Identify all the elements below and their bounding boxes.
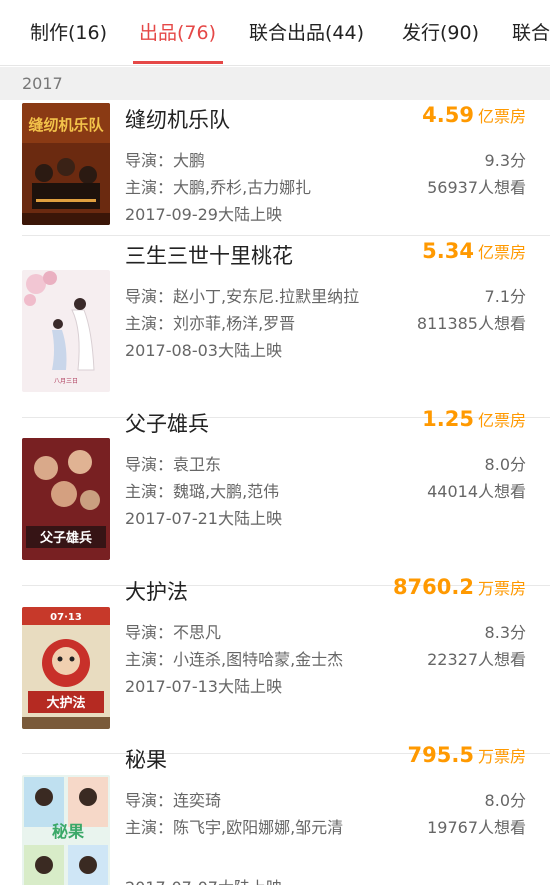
svg-text:大护法: 大护法 [46, 695, 85, 711]
release-date: 2017-07-07大陆上映 [125, 874, 282, 885]
release-date: 2017-08-03大陆上映 [125, 341, 282, 360]
movie-poster[interactable]: 八月三日 [22, 270, 110, 392]
tab-distribution[interactable]: 发行(90) [402, 0, 479, 65]
box-office-value: 4.59 [422, 103, 474, 127]
director: 导演：不思凡 [125, 623, 222, 642]
band-poster-image: 缝纫机乐队 [22, 103, 110, 225]
cast: 主演：小连杀,图特哈蒙,金士杰 [125, 650, 344, 669]
year-section-header: 2017 [0, 67, 550, 100]
tab-bar: 制作(16) 出品(76) 联合出品(44) 发行(90) 联合 [0, 0, 550, 66]
box-office-value: 8760.2 [392, 575, 474, 599]
movie-poster[interactable]: 父子雄兵 [22, 438, 110, 560]
tab-co-distribution[interactable]: 联合 [512, 0, 550, 65]
mi-guo-poster-image: 秘果 [22, 775, 110, 885]
rating: 9.3分 [484, 151, 526, 170]
director: 导演：赵小丁,安东尼.拉默里纳拉 [125, 287, 360, 306]
peach-blossom-poster-image: 八月三日 [22, 270, 110, 392]
dahufa-poster-image: 07·13 大护法 [22, 607, 110, 729]
release-date: 2017-07-21大陆上映 [125, 509, 282, 528]
tab-production[interactable]: 制作(16) [30, 0, 107, 65]
rating: 7.1分 [484, 287, 526, 306]
box-office-unit: 亿票房 [477, 243, 526, 262]
want-to-watch-count: 22327人想看 [427, 650, 526, 669]
box-office: 8760.2 万票房 [393, 575, 526, 599]
svg-text:07·13: 07·13 [50, 612, 82, 623]
active-tab-indicator [133, 61, 223, 64]
father-son-poster-image: 父子雄兵 [22, 438, 110, 560]
box-office-value: 5.34 [422, 239, 474, 263]
box-office-value: 795.5 [407, 743, 474, 767]
svg-text:八月三日: 八月三日 [54, 378, 78, 385]
director: 导演：连奕琦 [125, 791, 222, 810]
movie-item[interactable]: 父子雄兵 父子雄兵 1.25 亿票房 导演：袁卫东 8.0分 主演：魏璐,大鹏,范… [0, 404, 550, 586]
release-date: 2017-07-13大陆上映 [125, 677, 282, 696]
want-to-watch-count: 56937人想看 [427, 178, 526, 197]
box-office-value: 1.25 [422, 407, 474, 431]
box-office: 4.59 亿票房 [422, 103, 526, 127]
box-office: 1.25 亿票房 [422, 407, 526, 431]
cast: 主演：魏璐,大鹏,范伟 [125, 482, 280, 501]
svg-text:父子雄兵: 父子雄兵 [39, 530, 92, 546]
svg-text:缝纫机乐队: 缝纫机乐队 [28, 116, 104, 134]
movie-poster[interactable]: 07·13 大护法 [22, 607, 110, 729]
rating: 8.0分 [484, 455, 526, 474]
box-office: 5.34 亿票房 [422, 239, 526, 263]
movie-title[interactable]: 三生三世十里桃花 [125, 240, 293, 270]
movie-poster[interactable]: 缝纫机乐队 [22, 103, 110, 225]
cast: 主演：刘亦菲,杨洋,罗晋 [125, 314, 296, 333]
box-office-unit: 万票房 [477, 579, 526, 598]
movie-item[interactable]: 八月三日 三生三世十里桃花 5.34 亿票房 导演：赵小丁,安东尼.拉默里纳拉 7… [0, 236, 550, 418]
cast: 主演：陈飞宇,欧阳娜娜,邹元清 [125, 818, 344, 837]
want-to-watch-count: 19767人想看 [427, 818, 526, 837]
movie-poster[interactable]: 秘果 [22, 775, 110, 885]
box-office-unit: 亿票房 [477, 107, 526, 126]
movie-title[interactable]: 大护法 [125, 576, 188, 606]
tab-co-produced[interactable]: 联合出品(44) [249, 0, 364, 65]
box-office-unit: 万票房 [477, 747, 526, 766]
release-date: 2017-09-29大陆上映 [125, 205, 282, 224]
want-to-watch-count: 811385人想看 [416, 314, 526, 333]
director: 导演：大鹏 [125, 151, 206, 170]
box-office-unit: 亿票房 [477, 411, 526, 430]
cast: 主演：大鹏,乔杉,古力娜扎 [125, 178, 312, 197]
svg-text:秘果: 秘果 [52, 822, 84, 841]
want-to-watch-count: 44014人想看 [427, 482, 526, 501]
movie-title[interactable]: 缝纫机乐队 [125, 104, 230, 134]
movie-item[interactable]: 秘果 秘果 795.5 万票房 导演：连奕琦 8.0分 主演：陈飞宇,欧阳娜娜,邹… [0, 740, 550, 885]
director: 导演：袁卫东 [125, 455, 222, 474]
movie-title[interactable]: 秘果 [125, 744, 167, 774]
movie-item[interactable]: 缝纫机乐队 缝纫机乐队 4.59 亿票房 导演：大鹏 9.3分 主演：大鹏,乔杉,… [0, 100, 550, 236]
rating: 8.3分 [484, 623, 526, 642]
movie-title[interactable]: 父子雄兵 [125, 408, 209, 438]
tab-produced[interactable]: 出品(76) [139, 0, 216, 65]
movie-list[interactable]: 缝纫机乐队 缝纫机乐队 4.59 亿票房 导演：大鹏 9.3分 主演：大鹏,乔杉,… [0, 100, 550, 885]
movie-item[interactable]: 07·13 大护法 大护法 8760.2 万票房 导演：不思凡 8.3分 主演：小… [0, 572, 550, 754]
box-office: 795.5 万票房 [408, 743, 526, 767]
rating: 8.0分 [484, 791, 526, 810]
